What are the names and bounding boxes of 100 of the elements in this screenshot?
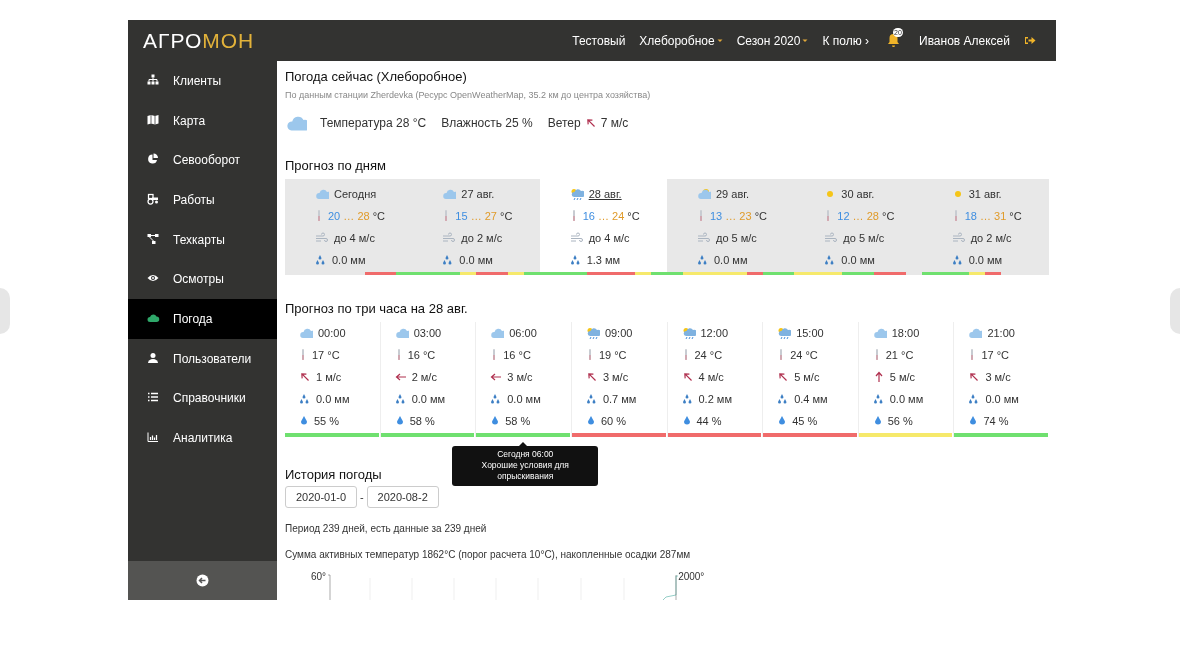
humidity-reading: 58 % (505, 415, 531, 427)
time-label: 06:00 (509, 327, 537, 339)
date-separator: - (360, 491, 364, 503)
cloud-icon (285, 114, 307, 132)
temperature-reading: 17 °C (312, 349, 340, 361)
section-title: Погода сейчас (Хлеборобное) (285, 69, 467, 84)
wind-reading: 3 м/с (985, 371, 1011, 383)
precipitation-reading: 0.0 мм (507, 393, 541, 405)
wind-reading: 1 м/с (316, 371, 342, 383)
precipitation-reading: 0.7 мм (602, 393, 637, 405)
cloud-icon (315, 188, 329, 200)
temperature-range: 20 … 28 °C (328, 210, 386, 222)
nav-link[interactable]: Сезон 2020 (736, 33, 809, 48)
day-card[interactable]: Сегодня 20 … 28 °C до 4 м/с 0.0 мм (285, 179, 413, 275)
day-card[interactable]: 28 авг. 16 … 24 °C до 4 м/с 1.3 мм (539, 179, 667, 275)
sun-cloud-icon (697, 188, 711, 200)
precipitation-reading: 0.0 мм (411, 393, 446, 405)
wind-label: Ветер (547, 116, 581, 130)
rain-cloud-icon (569, 188, 584, 200)
sidebar-item[interactable]: Осмотры (128, 259, 277, 300)
section-title: Прогноз по дням (285, 158, 386, 173)
day-label: 29 авг. (716, 188, 749, 200)
arrow-left-icon (196, 574, 209, 587)
wind-reading: 5 м/с (889, 371, 916, 383)
day-label: 27 авг. (461, 188, 495, 200)
sidebar-item[interactable]: Аналитика (128, 418, 277, 458)
humidity-reading: 58 % (409, 415, 435, 427)
user-name[interactable]: Иванов Алексей (919, 33, 1010, 48)
precipitation-reading: 0.0 мм (332, 254, 366, 266)
precipitation-reading: 0.0 мм (841, 254, 875, 266)
time-label: 21:00 (987, 327, 1015, 339)
thermometer-icon (299, 348, 307, 362)
wind-reading: до 2 м/с (461, 232, 503, 244)
wind-reading: 7 м/с (600, 116, 629, 130)
raindrops-icon (951, 254, 964, 266)
water-drop-icon (777, 415, 788, 427)
logout-icon (1024, 35, 1036, 46)
collapse-button[interactable] (128, 561, 277, 600)
cloud-icon (442, 188, 457, 200)
wind-icon (824, 232, 839, 244)
temperature-range: 18 … 31 °C (964, 210, 1022, 222)
time-label: 12:00 (700, 327, 729, 339)
section-title: Прогноз по три часа на 28 авг. (285, 301, 468, 316)
raindrops-icon (872, 393, 885, 405)
water-drop-icon (299, 415, 309, 427)
logout-button[interactable] (1024, 35, 1036, 46)
wind-reading: до 2 м/с (970, 232, 1012, 244)
axis-label: 2000° (678, 572, 705, 582)
sidebar-item[interactable]: Карта (128, 100, 277, 141)
sidebar-item[interactable]: Севооборот (128, 140, 277, 181)
temperature-reading: 24 °C (790, 349, 818, 361)
cloud-icon (872, 327, 887, 339)
date-field[interactable]: 2020-01-0 (285, 486, 357, 508)
day-card[interactable]: 30 авг. 12 … 28 °C до 5 м/с 0.0 мм (794, 179, 922, 275)
temperature-reading: 21 °C (885, 349, 914, 361)
temperature-range: 16 … 24 °C (582, 210, 640, 222)
sidebar-item[interactable]: Пользователи (128, 338, 277, 379)
sidebar-item[interactable]: Работы (128, 180, 277, 220)
wind-reading: до 5 м/с (843, 232, 885, 244)
raindrops-icon (585, 393, 598, 405)
nav-link[interactable]: Тестовый (572, 33, 626, 48)
water-drop-icon (490, 415, 501, 427)
sidebar-item[interactable]: Погода (128, 299, 277, 339)
day-card[interactable]: 31 авг. 18 … 31 °C до 2 м/с 0.0 мм (921, 179, 1049, 275)
source-note: По данным станции Zherdevka (Ресурс OpenWeatherMap, 35.2 км до центра хозяйства) (285, 90, 652, 100)
humidity-reading: 44 % (696, 415, 722, 427)
wind-icon (442, 232, 457, 244)
wind-icon (697, 232, 711, 244)
precipitation-reading: 0.0 мм (316, 393, 350, 405)
temperature-reading: Температура 28 °C (320, 116, 427, 130)
day-card[interactable]: 27 авг. 15 … 27 °C до 2 м/с 0.0 мм (412, 179, 540, 275)
day-card[interactable]: 29 авг. 13 … 23 °C до 5 м/с 0.0 мм (667, 179, 795, 275)
water-drop-icon (681, 415, 692, 427)
time-label: 15:00 (796, 327, 824, 339)
period-text: Период 239 дней, есть данные за 239 дней (285, 523, 488, 534)
caret-icon (716, 38, 723, 43)
time-label: 18:00 (891, 327, 920, 339)
water-drop-icon (585, 415, 596, 427)
rain-cloud-icon (585, 327, 600, 339)
precipitation-reading: 1.3 мм (586, 254, 621, 266)
temperature-reading: 17 °C (981, 349, 1009, 361)
sidebar-item[interactable]: Техкарты (128, 219, 277, 260)
humidity-reading: Влажность 25 % (441, 116, 533, 130)
thermometer-icon (697, 209, 705, 223)
humidity-reading: 56 % (887, 415, 913, 427)
sidebar-item[interactable]: Справочники (128, 378, 277, 419)
nav-link[interactable]: Хлеборобное (639, 33, 723, 48)
raindrops-icon (681, 393, 694, 405)
tooltip-text: Хорошие условия для опрыскивания (480, 460, 570, 482)
precipitation-reading: 0.2 мм (698, 393, 732, 405)
day-label: 28 авг. (588, 188, 622, 200)
precipitation-reading: 0.0 мм (985, 393, 1019, 405)
sidebar-item[interactable]: Клиенты (128, 61, 277, 101)
date-field[interactable]: 2020-08-2 (366, 486, 439, 508)
water-drop-icon (968, 415, 979, 427)
humidity-reading: 74 % (983, 415, 1009, 427)
sitemap-icon (147, 73, 161, 88)
nav-link[interactable]: К полю › (822, 33, 869, 48)
precipitation-reading: 0.0 мм (714, 254, 748, 266)
bell-icon (887, 32, 900, 48)
